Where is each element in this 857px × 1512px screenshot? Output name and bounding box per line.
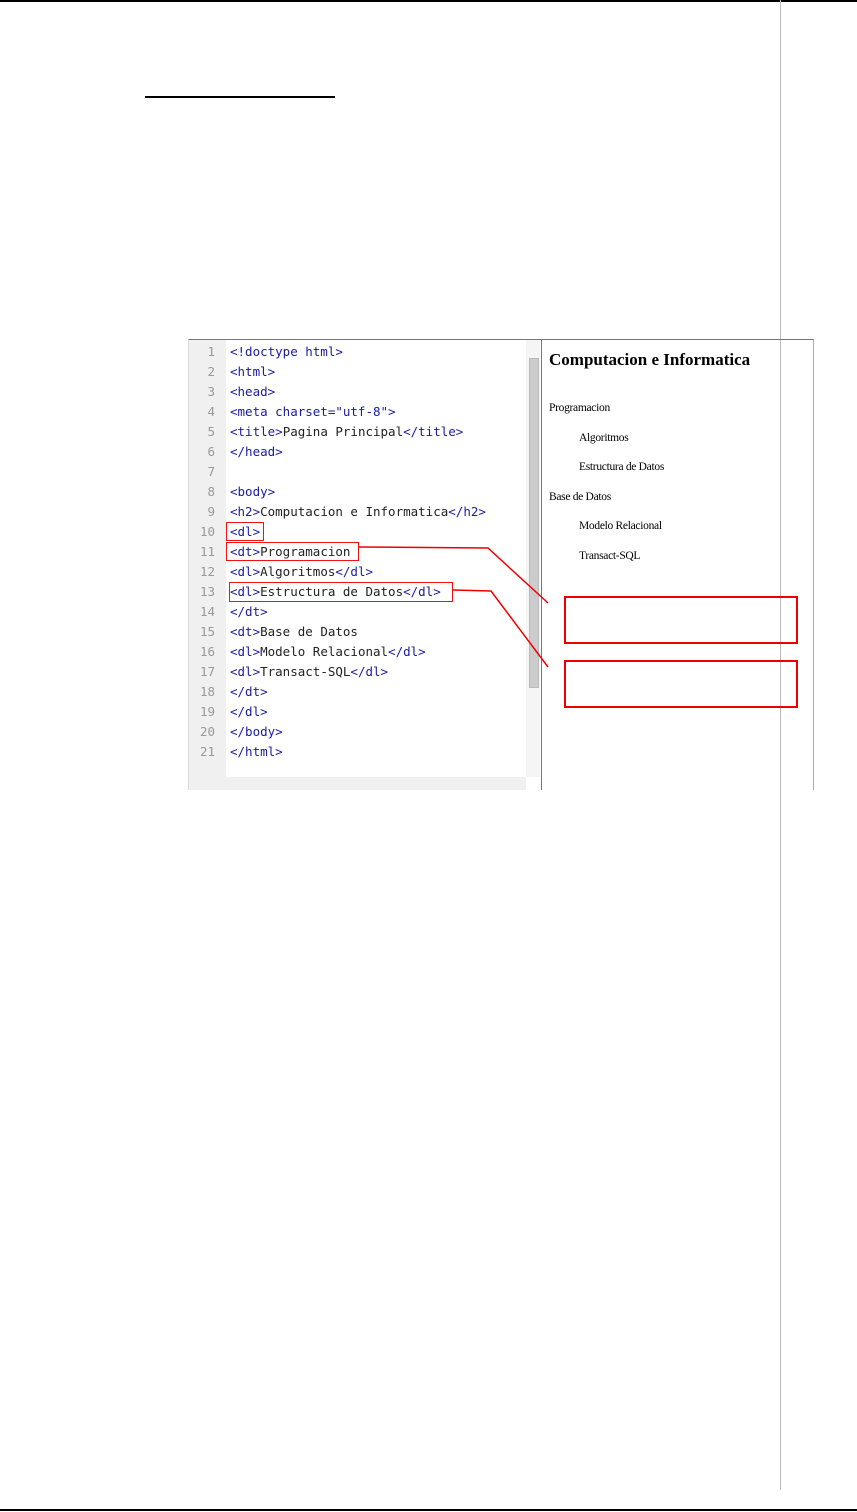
page-bottom-rule — [0, 1509, 857, 1511]
callout-line-2 — [452, 589, 549, 668]
callout-lines — [358, 546, 549, 668]
callout-line-1 — [358, 546, 549, 604]
